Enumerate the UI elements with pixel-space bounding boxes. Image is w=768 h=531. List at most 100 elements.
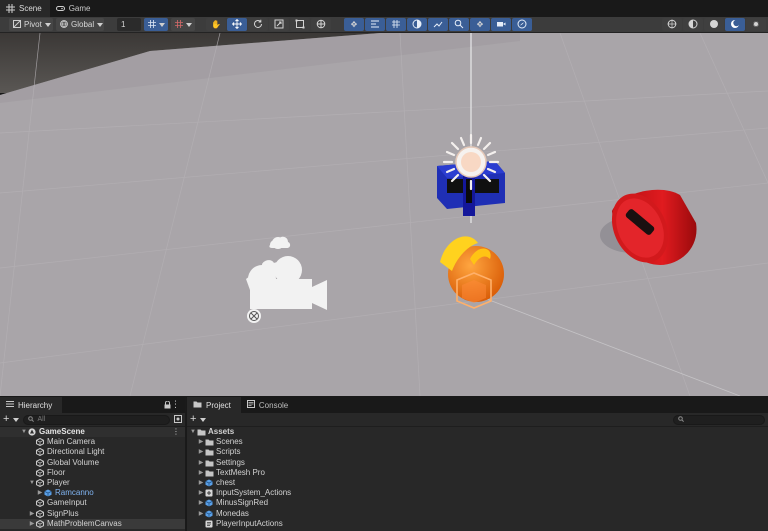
hierarchy-item-gameinput[interactable]: GameInput — [0, 498, 185, 508]
project-toolbar: + — [187, 413, 768, 427]
hierarchy-search-placeholder: All — [37, 416, 46, 423]
add-gameobject-button[interactable]: + — [3, 414, 9, 425]
expand-arrow-icon[interactable]: ▼ — [20, 427, 28, 437]
orientation-button[interactable] — [512, 18, 532, 31]
expand-arrow-icon[interactable]: ▶ — [197, 458, 205, 468]
hierarchy-item-label: MathProblemCanvas — [47, 518, 122, 528]
expand-arrow-icon[interactable]: ▶ — [197, 437, 205, 447]
project-item-assets[interactable]: ▼ Assets — [187, 427, 768, 437]
tab-scene[interactable]: Scene — [0, 0, 50, 17]
expand-arrow-icon[interactable]: ▶ — [197, 468, 205, 478]
transform-tool-button[interactable] — [311, 18, 331, 31]
project-tab-label: Project — [206, 400, 231, 410]
hierarchy-item-main-camera[interactable]: Main Camera — [0, 437, 185, 447]
shading-button[interactable] — [407, 18, 427, 31]
grid-snap-button[interactable] — [144, 18, 168, 31]
expand-arrow-icon[interactable]: ▶ — [28, 519, 36, 529]
increment-snap-icon — [175, 19, 183, 30]
hierarchy-item-global-volume[interactable]: Global Volume — [0, 458, 185, 468]
kebab-menu-icon[interactable]: ⋮ — [171, 399, 180, 410]
pivot-snap-button[interactable]: ✥ — [344, 18, 364, 31]
lit-button[interactable] — [725, 18, 745, 31]
chevron-down-icon — [186, 22, 192, 27]
hierarchy-item-floor[interactable]: Floor — [0, 468, 185, 478]
project-item-settings[interactable]: ▶ Settings — [187, 458, 768, 468]
chevron-down-icon — [159, 22, 165, 27]
expand-arrow-icon[interactable]: ▼ — [28, 478, 36, 488]
expand-arrow-icon[interactable]: ▶ — [36, 488, 44, 498]
move-tool-button[interactable] — [227, 18, 247, 31]
half-sphere-icon — [688, 19, 698, 31]
expand-arrow-icon[interactable]: ▶ — [28, 509, 36, 519]
project-item-scenes[interactable]: ▶ Scenes — [187, 437, 768, 447]
expand-arrow-icon[interactable]: ▶ — [197, 509, 205, 519]
hierarchy-item-ramcanno[interactable]: ▶ Ramcanno — [0, 488, 185, 498]
kebab-menu-icon[interactable]: ⋮ — [172, 427, 180, 437]
project-item-playerinputactions[interactable]: PlayerInputActions — [187, 519, 768, 529]
scale-tool-button[interactable] — [269, 18, 289, 31]
tab-hierarchy[interactable]: Hierarchy — [0, 397, 63, 413]
move-snap-button[interactable]: ✥ — [470, 18, 490, 31]
align-icon — [370, 19, 380, 31]
project-item-inputsystem-actions[interactable]: ▶ InputSystem_Actions — [187, 488, 768, 498]
surface-snap-button[interactable] — [428, 18, 448, 31]
hierarchy-item-mathproblemcanvas[interactable]: ▶ MathProblemCanvas — [0, 518, 185, 529]
shaded-button[interactable] — [704, 18, 724, 31]
global-dropdown[interactable]: Global — [56, 18, 104, 31]
shaded-wire-button[interactable] — [683, 18, 703, 31]
search-icon — [28, 415, 35, 424]
scene-visibility-icon[interactable] — [174, 414, 182, 425]
sphere-icon — [412, 19, 422, 31]
camera-tool-button[interactable] — [491, 18, 511, 31]
hierarchy-item-gamescene[interactable]: ▼ GameScene ⋮ — [0, 427, 185, 438]
search-icon — [454, 19, 464, 31]
project-item-minussignred[interactable]: ▶ MinusSignRed — [187, 498, 768, 508]
unity-scene-icon — [28, 428, 36, 436]
scene-viewport[interactable] — [0, 33, 768, 396]
project-tab-bar: Project Console — [187, 397, 768, 413]
input-actions-icon — [205, 520, 213, 528]
scene-toolbar: Pivot Global 1 ✋ ✥ ✥ ✹ — [0, 17, 768, 33]
project-item-monedas[interactable]: ▶ Monedas — [187, 509, 768, 519]
project-item-scripts[interactable]: ▶ Scripts — [187, 447, 768, 457]
align-button[interactable] — [365, 18, 385, 31]
expand-arrow-icon[interactable]: ▶ — [197, 447, 205, 457]
hierarchy-search-input[interactable]: All — [23, 414, 170, 425]
rotate-tool-button[interactable] — [248, 18, 268, 31]
moon-icon — [730, 19, 740, 31]
folder-icon — [205, 438, 214, 446]
hierarchy-item-player[interactable]: ▼ Player — [0, 478, 185, 488]
project-item-chest[interactable]: ▶ chest — [187, 478, 768, 488]
scene-settings-button[interactable]: ✹ — [746, 18, 766, 31]
gameobject-icon — [36, 438, 44, 447]
hierarchy-item-directional-light[interactable]: Directional Light — [0, 447, 185, 457]
hand-tool-button[interactable]: ✋ — [206, 18, 226, 31]
grid-visibility-button[interactable] — [386, 18, 406, 31]
pivot-dropdown[interactable]: Pivot — [9, 18, 53, 31]
expand-arrow-icon[interactable]: ▶ — [197, 478, 205, 488]
create-asset-button[interactable]: + — [190, 414, 196, 425]
scene-gizmo-button[interactable] — [662, 18, 682, 31]
hierarchy-item-label: Ramcanno — [55, 488, 94, 498]
volume-gizmo-icon — [247, 309, 261, 323]
gameobject-icon — [36, 468, 44, 477]
zoom-tool-button[interactable] — [449, 18, 469, 31]
grid-size-field[interactable]: 1 — [117, 18, 141, 31]
project-item-label: Assets — [208, 427, 235, 436]
project-search-input[interactable] — [673, 414, 765, 425]
hierarchy-item-signplus[interactable]: ▶ SignPlus — [0, 509, 185, 519]
rect-tool-button[interactable] — [290, 18, 310, 31]
tab-project[interactable]: Project — [187, 397, 241, 413]
chevron-down-icon — [97, 22, 104, 27]
tab-game[interactable]: Game — [50, 0, 99, 17]
expand-arrow-icon[interactable]: ▶ — [197, 498, 205, 508]
directional-light-icon[interactable] — [442, 133, 500, 191]
expand-arrow-icon[interactable]: ▶ — [197, 488, 205, 498]
project-item-label: Settings — [216, 457, 245, 467]
project-item-textmesh-pro[interactable]: ▶ TextMesh Pro — [187, 468, 768, 478]
increment-snap-button[interactable] — [171, 18, 195, 31]
lock-icon[interactable] — [164, 400, 171, 411]
expand-arrow-icon[interactable]: ▼ — [189, 427, 197, 437]
gear-icon: ✹ — [752, 20, 760, 29]
tab-console[interactable]: Console — [241, 397, 298, 413]
